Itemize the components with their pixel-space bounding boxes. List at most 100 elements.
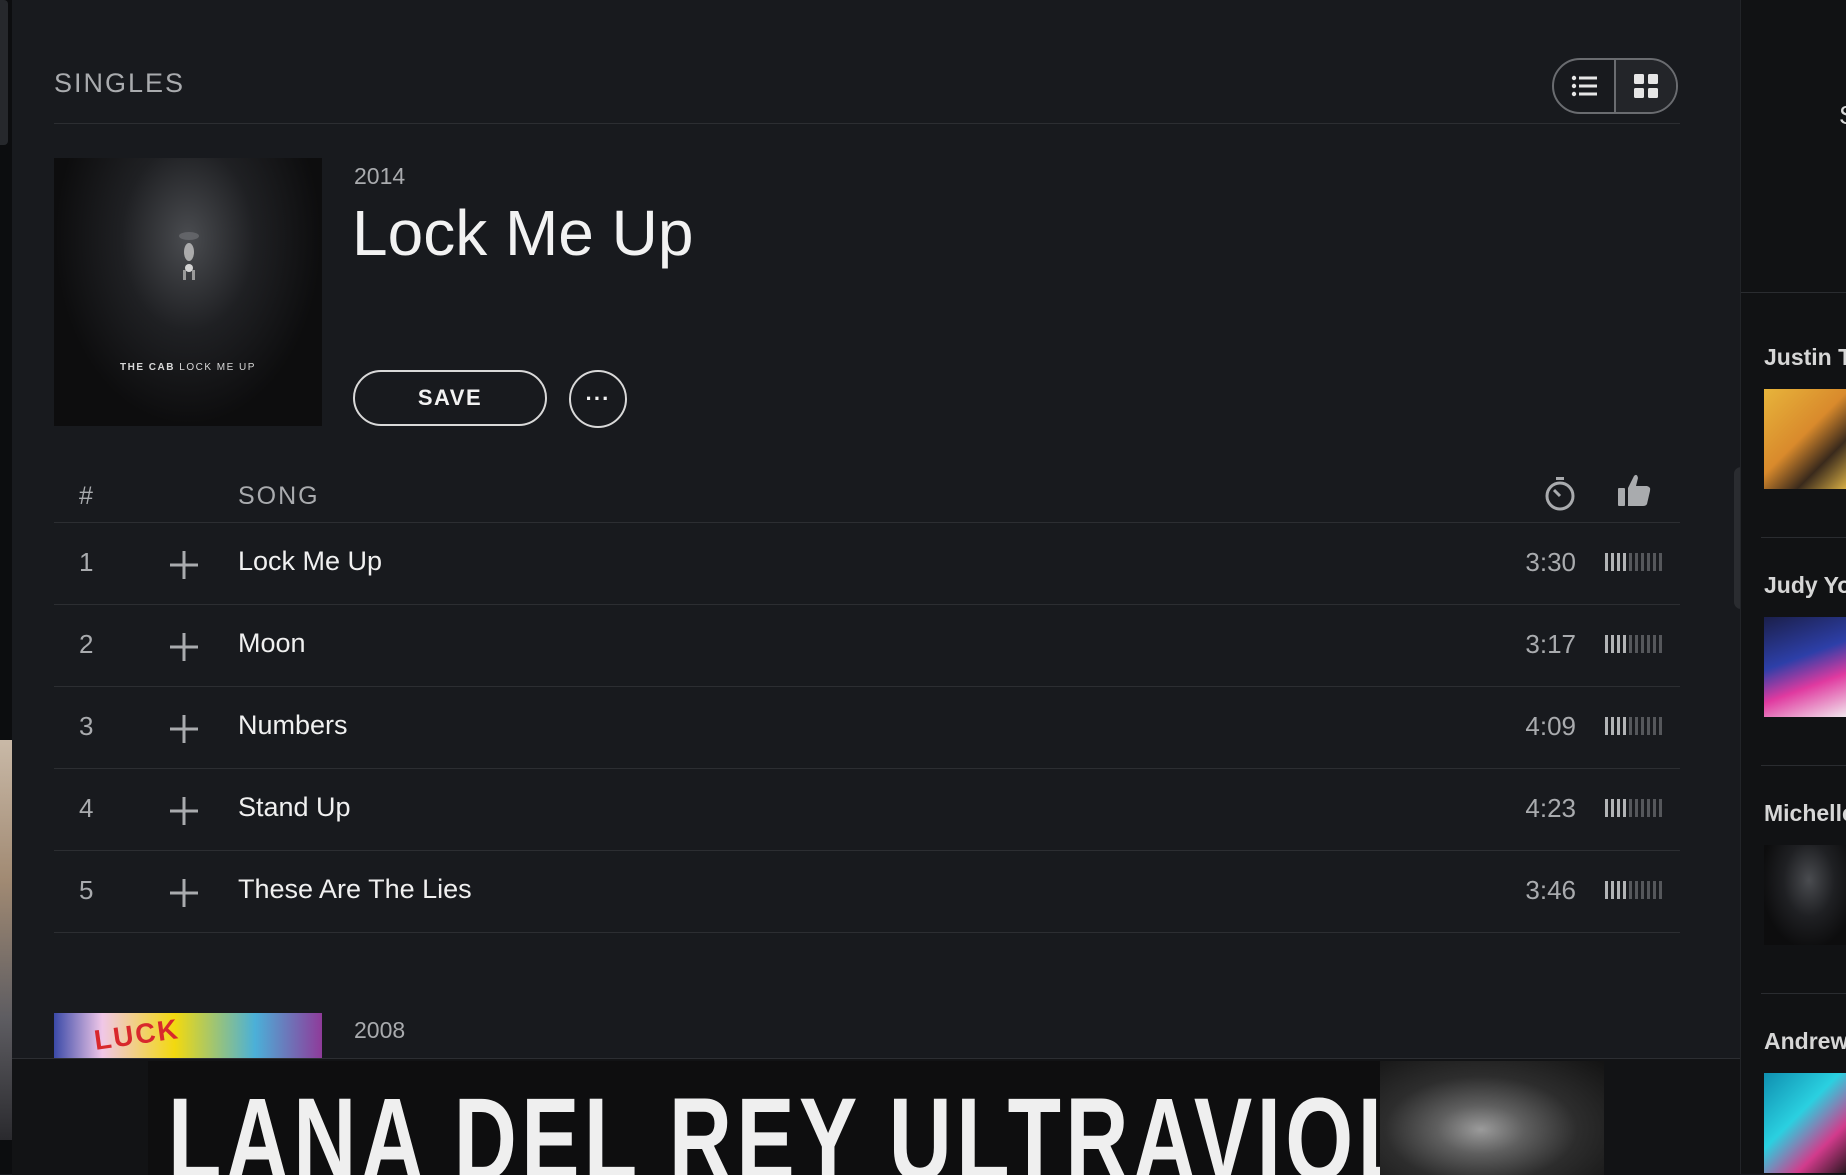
- popularity-segment: [1647, 881, 1650, 899]
- track-duration: 4:09: [1525, 711, 1576, 741]
- view-toggle: [1552, 58, 1678, 114]
- popularity-segment: [1611, 881, 1614, 899]
- next-album-year: 2008: [354, 1017, 406, 1043]
- popularity-segment: [1617, 881, 1620, 899]
- popularity-segment: [1653, 635, 1656, 653]
- popularity-segment: [1635, 881, 1638, 899]
- panel-heading: S: [1839, 100, 1846, 131]
- popularity-segment: [1653, 881, 1656, 899]
- popularity-segment: [1611, 717, 1614, 735]
- popularity-segment: [1605, 799, 1608, 817]
- plus-icon[interactable]: [170, 633, 198, 661]
- track-title[interactable]: These Are The Lies: [238, 874, 472, 905]
- track-row[interactable]: 2 Moon 3:17: [54, 605, 1680, 687]
- plus-icon[interactable]: [170, 551, 198, 579]
- friend-divider: [1761, 537, 1846, 538]
- popularity-segment: [1611, 553, 1614, 571]
- friend-album-thumb[interactable]: [1764, 389, 1846, 489]
- popularity-segment: [1647, 553, 1650, 571]
- track-row[interactable]: 3 Numbers 4:09: [54, 687, 1680, 769]
- song-column-header[interactable]: SONG: [238, 482, 320, 511]
- plus-icon[interactable]: [170, 715, 198, 743]
- popularity-segment: [1629, 553, 1632, 571]
- track-title[interactable]: Stand Up: [238, 792, 351, 823]
- album-cover-caption: THE CAB LOCK ME UP: [54, 362, 322, 373]
- grid-view-button[interactable]: [1616, 60, 1676, 112]
- track-row[interactable]: 1 Lock Me Up 3:30: [54, 523, 1680, 605]
- popularity-segment: [1605, 881, 1608, 899]
- friend-activity-item[interactable]: Michelle: [1764, 800, 1846, 945]
- friend-album-thumb[interactable]: [1764, 1073, 1846, 1173]
- friend-album-thumb[interactable]: [1764, 845, 1846, 945]
- popularity-segment: [1653, 553, 1656, 571]
- track-number: 1: [79, 547, 94, 577]
- plus-icon[interactable]: [170, 879, 198, 907]
- track-number: 5: [79, 875, 94, 905]
- track-row[interactable]: 4 Stand Up 4:23: [54, 769, 1680, 851]
- save-button[interactable]: SAVE: [353, 370, 547, 426]
- popularity-segment: [1617, 799, 1620, 817]
- friend-name[interactable]: Andrew: [1764, 1028, 1846, 1055]
- popularity-segment: [1641, 717, 1644, 735]
- track-title[interactable]: Moon: [238, 628, 306, 659]
- next-album-cover-text: LUCK: [92, 1013, 182, 1056]
- popularity-segment: [1641, 881, 1644, 899]
- popularity-segment: [1617, 553, 1620, 571]
- friend-name[interactable]: Justin T: [1764, 344, 1846, 371]
- popularity-segment: [1623, 553, 1626, 571]
- list-view-icon: [1571, 75, 1597, 97]
- popularity-segment: [1647, 799, 1650, 817]
- popularity-bar: [1605, 553, 1665, 571]
- ad-portrait: [1380, 1061, 1604, 1175]
- friend-name[interactable]: Judy Yo: [1764, 572, 1846, 599]
- album-cover[interactable]: THE CAB LOCK ME UP: [54, 158, 322, 426]
- left-scrollbar[interactable]: [0, 0, 8, 145]
- friend-name[interactable]: Michelle: [1764, 800, 1846, 827]
- track-list: 1 Lock Me Up 3:30 2 Moon 3:17 3 Numbers …: [54, 523, 1680, 933]
- more-options-button[interactable]: ···: [569, 370, 627, 428]
- popularity-segment: [1617, 635, 1620, 653]
- popularity-segment: [1605, 635, 1608, 653]
- stopwatch-icon[interactable]: [1540, 474, 1580, 514]
- album-section: SINGLES THE CAB LOCK ME UP 2014 Lock Me …: [12, 0, 1740, 1058]
- popularity-segment: [1629, 635, 1632, 653]
- album-cover-artist: THE CAB: [120, 362, 175, 373]
- track-duration: 4:23: [1525, 793, 1576, 823]
- popularity-segment: [1635, 799, 1638, 817]
- popularity-segment: [1659, 881, 1662, 899]
- friend-divider: [1761, 765, 1846, 766]
- popularity-segment: [1641, 553, 1644, 571]
- track-title[interactable]: Lock Me Up: [238, 546, 382, 577]
- popularity-segment: [1629, 799, 1632, 817]
- track-title[interactable]: Numbers: [238, 710, 348, 741]
- friend-activity-item[interactable]: Justin T: [1764, 344, 1846, 489]
- popularity-segment: [1623, 799, 1626, 817]
- popularity-segment: [1653, 717, 1656, 735]
- grid-view-icon: [1634, 74, 1658, 98]
- next-album-cover[interactable]: LUCK: [54, 1013, 322, 1058]
- track-list-header: # SONG: [54, 470, 1680, 523]
- track-number: 3: [79, 711, 94, 741]
- background-photo: [0, 740, 12, 1140]
- album-year: 2014: [354, 163, 406, 189]
- popularity-segment: [1659, 635, 1662, 653]
- popularity-segment: [1605, 717, 1608, 735]
- album-title[interactable]: Lock Me Up: [352, 196, 693, 270]
- left-edge-panel: [0, 0, 12, 1174]
- friend-activity-item[interactable]: Andrew: [1764, 1028, 1846, 1173]
- list-view-button[interactable]: [1554, 60, 1616, 112]
- track-row[interactable]: 5 These Are The Lies 3:46: [54, 851, 1680, 933]
- popularity-segment: [1635, 717, 1638, 735]
- track-number-header: #: [79, 482, 93, 510]
- popularity-segment: [1659, 799, 1662, 817]
- ad-banner[interactable]: LANA DEL REY ULTRAVIOLENCE: [12, 1058, 1740, 1175]
- thumbs-up-icon[interactable]: [1614, 470, 1654, 510]
- plus-icon[interactable]: [170, 797, 198, 825]
- friend-activity-item[interactable]: Judy Yo: [1764, 572, 1846, 717]
- friend-album-thumb[interactable]: [1764, 617, 1846, 717]
- popularity-segment: [1611, 799, 1614, 817]
- album-cover-title: LOCK ME UP: [179, 362, 256, 373]
- ad-image: LANA DEL REY ULTRAVIOLENCE: [148, 1061, 1604, 1175]
- popularity-segment: [1623, 881, 1626, 899]
- friend-activity-panel: S Justin T Judy Yo Michelle Andrew: [1740, 0, 1846, 1174]
